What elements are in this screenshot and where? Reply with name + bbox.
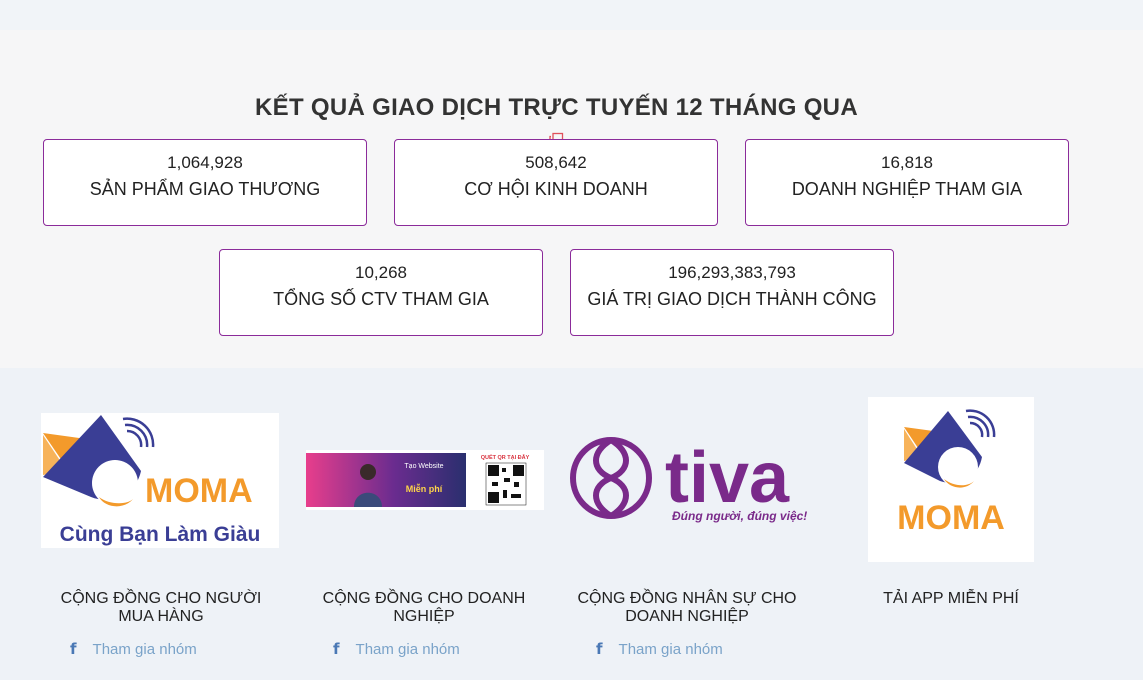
moma-slogan: Cùng Bạn Làm Giàu [60, 523, 261, 546]
join-group-link[interactable]: f Tham gia nhóm [70, 640, 197, 658]
facebook-icon: f [596, 640, 603, 658]
stat-collaborators: 10,268 TỔNG SỐ CTV THAM GIA [219, 249, 543, 336]
stat-label: DOANH NGHIỆP THAM GIA [791, 179, 1023, 199]
top-strip [0, 0, 1143, 30]
stat-label: SẢN PHẨM GIAO THƯƠNG [89, 179, 321, 199]
community-title[interactable]: TẢI APP MIỄN PHÍ [831, 590, 1071, 608]
stat-value: 196,293,383,793 [668, 263, 796, 282]
tiva-logo[interactable]: tiva Đúng người, đúng việc! [569, 430, 809, 530]
banner-qr-label: QUÉT QR TẠI ĐÂY [481, 453, 530, 461]
facebook-icon: f [333, 640, 340, 658]
community-card-hr: tiva Đúng người, đúng việc! CỘNG ĐỒNG NH… [567, 368, 807, 680]
community-card-business: Tạo Website Miễn phí QUÉT QR TẠI ĐÂY CỘN… [304, 368, 544, 680]
stat-value: 10,268 [355, 263, 407, 282]
stat-products: 1,064,928 SẢN PHẨM GIAO THƯƠNG [43, 139, 367, 226]
community-title: CỘNG ĐỒNG CHO NGƯỜI MUA HÀNG [60, 590, 262, 625]
community-section: MOMA Cùng Bạn Làm Giàu CỘNG ĐỒNG CHO NGƯ… [0, 368, 1143, 680]
stat-label: GIÁ TRỊ GIAO DỊCH THÀNH CÔNG [587, 289, 877, 309]
community-title: CỘNG ĐỒNG NHÂN SỰ CHO DOANH NGHIỆP [577, 590, 797, 625]
stat-value: 508,642 [525, 153, 587, 172]
tiva-wordmark: tiva [665, 438, 790, 518]
tiva-slogan: Đúng người, đúng việc! [672, 509, 807, 523]
join-group-label: Tham gia nhóm [618, 640, 723, 658]
stat-businesses: 16,818 DOANH NGHIỆP THAM GIA [745, 139, 1069, 226]
stat-opportunities: 508,642 CƠ HỘI KINH DOANH [394, 139, 718, 226]
stat-label: CƠ HỘI KINH DOANH [464, 179, 648, 199]
website-promo-banner[interactable]: Tạo Website Miễn phí QUÉT QR TẠI ĐÂY [306, 450, 544, 510]
join-group-label: Tham gia nhóm [355, 640, 460, 658]
join-group-label: Tham gia nhóm [92, 640, 197, 658]
stat-transaction-value: 196,293,383,793 GIÁ TRỊ GIAO DỊCH THÀNH … [570, 249, 894, 336]
moma-wordmark: MOMA [145, 472, 253, 510]
community-card-app: MOMA TẢI APP MIỄN PHÍ [831, 368, 1071, 680]
banner-free-text: Miễn phí [406, 484, 443, 494]
moma-app-wordmark: MOMA [897, 499, 1005, 537]
stat-label: TỔNG SỐ CTV THAM GIA [273, 289, 489, 309]
stat-value: 1,064,928 [167, 153, 243, 172]
banner-headline: Tạo Website [404, 463, 443, 470]
facebook-icon: f [70, 640, 77, 658]
community-card-buyers: MOMA Cùng Bạn Làm Giàu CỘNG ĐỒNG CHO NGƯ… [41, 368, 281, 680]
moma-app-logo[interactable]: MOMA [868, 397, 1034, 562]
moma-logo[interactable]: MOMA Cùng Bạn Làm Giàu [41, 413, 279, 548]
community-title: CỘNG ĐỒNG CHO DOANH NGHIỆP [322, 590, 526, 625]
stats-section: KẾT QUẢ GIAO DỊCH TRỰC TUYẾN 12 THÁNG QU… [0, 30, 1143, 368]
join-group-link[interactable]: f Tham gia nhóm [596, 640, 723, 658]
stat-value: 16,818 [881, 153, 933, 172]
join-group-link[interactable]: f Tham gia nhóm [333, 640, 460, 658]
stats-title: KẾT QUẢ GIAO DỊCH TRỰC TUYẾN 12 THÁNG QU… [255, 94, 858, 121]
